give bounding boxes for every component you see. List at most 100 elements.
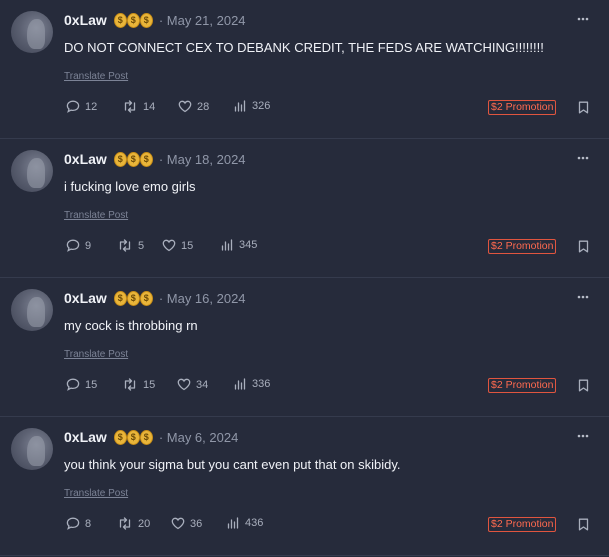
post-actions: 9 5 15 345 $2 Promotion (64, 239, 594, 255)
comment-icon (66, 378, 80, 391)
repost-count: 14 (143, 100, 156, 113)
post-header: 0xLaw $ $ $ · May 16, 2024 (64, 289, 246, 307)
repost-count: 15 (143, 378, 156, 391)
bookmark-button[interactable] (578, 518, 589, 536)
more-options-button[interactable] (577, 287, 589, 301)
views-button[interactable]: 436 (227, 517, 263, 529)
post-date[interactable]: · May 18, 2024 (159, 152, 246, 167)
more-horizontal-icon (577, 156, 589, 160)
coin-badge-icon: $ (113, 12, 127, 28)
comment-icon (66, 100, 80, 113)
coin-badge-icon: $ (126, 429, 140, 445)
post-item[interactable]: 0xLaw $ $ $ · May 21, 2024 DO NOT CONNEC… (0, 0, 609, 139)
post-text: my cock is throbbing rn (64, 318, 198, 333)
repost-icon (124, 100, 136, 113)
repost-count: 20 (138, 517, 151, 530)
promotion-button[interactable]: $2 Promotion (488, 100, 557, 115)
comment-button[interactable]: 8 (66, 517, 91, 530)
translate-post-link[interactable]: Translate Post (64, 488, 128, 499)
post-date[interactable]: · May 16, 2024 (159, 291, 246, 306)
repost-button[interactable]: 14 (122, 100, 155, 113)
coin-badge-icon: $ (139, 429, 153, 445)
like-button[interactable]: 28 (178, 100, 209, 113)
heart-icon (177, 378, 191, 391)
repost-count: 5 (138, 239, 145, 252)
repost-icon (119, 517, 131, 530)
coin-badge-icon: $ (113, 290, 127, 306)
badge-group: $ $ $ (113, 429, 153, 445)
avatar[interactable] (11, 11, 53, 53)
post-date[interactable]: · May 6, 2024 (159, 430, 239, 445)
badge-group: $ $ $ (113, 151, 153, 167)
badge-group: $ $ $ (113, 290, 153, 306)
bookmark-button[interactable] (578, 240, 589, 258)
coin-badge-icon: $ (126, 290, 140, 306)
translate-post-link[interactable]: Translate Post (64, 349, 128, 360)
heart-icon (171, 517, 185, 530)
like-count: 34 (196, 378, 209, 391)
more-options-button[interactable] (577, 9, 589, 23)
coin-badge-icon: $ (113, 151, 127, 167)
coin-badge-icon: $ (113, 429, 127, 445)
translate-post-link[interactable]: Translate Post (64, 71, 128, 82)
post-header: 0xLaw $ $ $ · May 21, 2024 (64, 11, 246, 29)
avatar[interactable] (11, 150, 53, 192)
views-button[interactable]: 326 (234, 100, 270, 112)
promotion-button[interactable]: $2 Promotion (488, 378, 557, 393)
comment-count: 9 (85, 239, 92, 252)
heart-icon (162, 239, 176, 252)
post-item[interactable]: 0xLaw $ $ $ · May 16, 2024 my cock is th… (0, 278, 609, 417)
badge-group: $ $ $ (113, 12, 153, 28)
more-options-button[interactable] (577, 426, 589, 440)
repost-button[interactable]: 5 (117, 239, 144, 252)
author-name[interactable]: 0xLaw (64, 12, 107, 28)
views-count: 326 (252, 100, 271, 112)
bookmark-button[interactable] (578, 379, 589, 397)
comment-button[interactable]: 9 (66, 239, 91, 252)
author-name[interactable]: 0xLaw (64, 290, 107, 306)
comment-button[interactable]: 15 (66, 378, 97, 391)
repost-button[interactable]: 20 (117, 517, 150, 530)
coin-badge-icon: $ (126, 151, 140, 167)
views-count: 436 (245, 517, 264, 529)
promotion-button[interactable]: $2 Promotion (488, 239, 557, 254)
avatar[interactable] (11, 428, 53, 470)
post-item[interactable]: 0xLaw $ $ $ · May 6, 2024 you think your… (0, 417, 609, 556)
author-name[interactable]: 0xLaw (64, 429, 107, 445)
coin-badge-icon: $ (139, 151, 153, 167)
like-button[interactable]: 34 (177, 378, 208, 391)
coin-badge-icon: $ (139, 12, 153, 28)
views-bar-icon (234, 378, 246, 390)
promotion-button[interactable]: $2 Promotion (488, 517, 557, 532)
post-feed: 0xLaw $ $ $ · May 21, 2024 DO NOT CONNEC… (0, 0, 609, 557)
comment-count: 8 (85, 517, 92, 530)
bookmark-button[interactable] (578, 101, 589, 119)
bookmark-icon (578, 101, 589, 114)
like-count: 28 (197, 100, 210, 113)
bookmark-icon (578, 379, 589, 392)
views-button[interactable]: 336 (234, 378, 270, 390)
author-name[interactable]: 0xLaw (64, 151, 107, 167)
post-actions: 12 14 28 326 $2 Promotion (64, 100, 594, 116)
more-options-button[interactable] (577, 148, 589, 162)
post-actions: 15 15 34 336 $2 Promotion (64, 378, 594, 394)
comment-count: 12 (85, 100, 98, 113)
views-count: 336 (252, 378, 271, 390)
more-horizontal-icon (577, 17, 589, 21)
like-button[interactable]: 15 (162, 239, 193, 252)
bookmark-icon (578, 518, 589, 531)
post-date[interactable]: · May 21, 2024 (159, 13, 246, 28)
post-header: 0xLaw $ $ $ · May 6, 2024 (64, 428, 238, 446)
comment-button[interactable]: 12 (66, 100, 97, 113)
like-count: 36 (190, 517, 203, 530)
post-item[interactable]: 0xLaw $ $ $ · May 18, 2024 i fucking lov… (0, 139, 609, 278)
views-button[interactable]: 345 (221, 239, 257, 251)
repost-button[interactable]: 15 (122, 378, 155, 391)
views-count: 345 (239, 239, 258, 251)
avatar[interactable] (11, 289, 53, 331)
views-bar-icon (227, 517, 239, 529)
post-text: i fucking love emo girls (64, 179, 196, 194)
comment-icon (66, 239, 80, 252)
translate-post-link[interactable]: Translate Post (64, 210, 128, 221)
like-button[interactable]: 36 (171, 517, 202, 530)
